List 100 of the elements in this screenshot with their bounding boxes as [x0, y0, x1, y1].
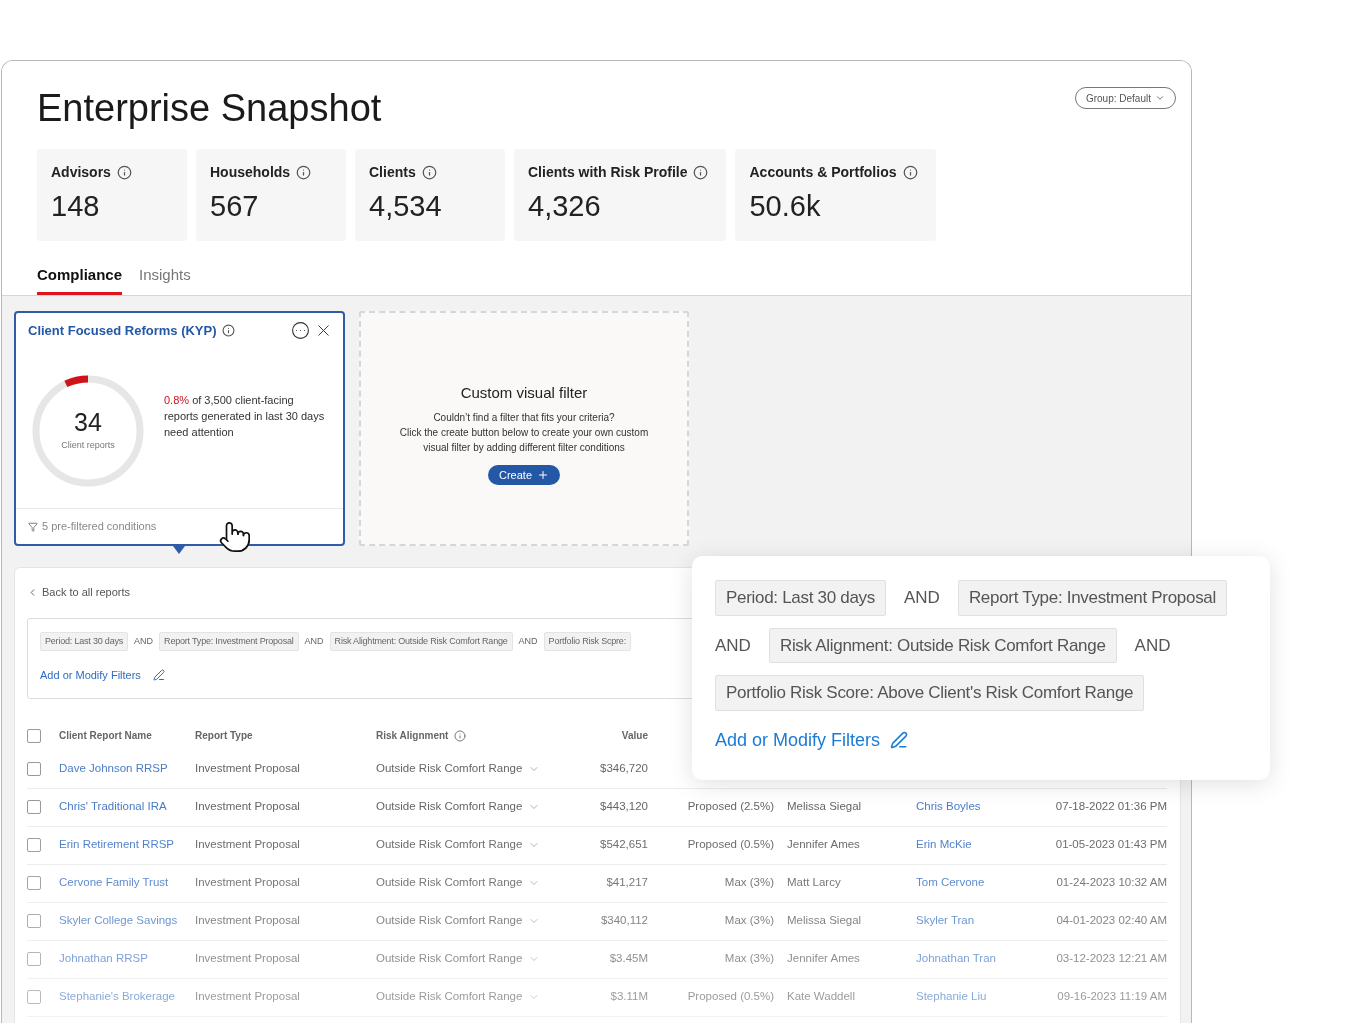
report-name-link[interactable]: Cervone Family Trust [59, 874, 195, 892]
back-link[interactable]: Back to all reports [27, 584, 131, 601]
report-name-link[interactable]: Dave Johnson RRSP [59, 760, 195, 778]
row-checkbox[interactable] [27, 762, 41, 776]
filter-chip: Report Type: Investment Proposal [159, 631, 299, 651]
report-name-link[interactable]: Erin Retirement RRSP [59, 836, 195, 854]
info-icon [221, 324, 235, 338]
filter-chip: Period: Last 30 days [40, 631, 129, 651]
table-cell-text: Outside Risk Comfort Range [376, 875, 523, 891]
select-all-checkbox[interactable] [27, 728, 41, 743]
report-name-link[interactable]: Chris' Traditional IRA [59, 798, 195, 816]
table-cell-text: 01-05-2023 01:43 PM [1054, 837, 1167, 853]
client-link[interactable]: Skyler Tran [916, 912, 1041, 930]
table-cell-text: Jennifer Ames [786, 837, 861, 853]
table-cell-text: 07-18-2022 01:36 PM [1054, 799, 1167, 815]
table-cell-text: Melissa Siegal [786, 799, 863, 815]
and-operator: AND [904, 587, 940, 609]
info-icon [116, 165, 132, 180]
row-checkbox[interactable] [27, 876, 41, 890]
table-cell-text: Outside Risk Comfort Range [376, 951, 523, 967]
client-link[interactable]: Chris Boyles [916, 798, 1041, 816]
table-cell-text: 04-01-2023 02:40 AM [1055, 913, 1167, 929]
table-cell-text: Investment Proposal [195, 875, 301, 891]
filter-chip: Portfolio Risk Scpre: [543, 631, 631, 651]
plus-icon [537, 469, 549, 482]
conditions-text: 5 pre-filtered conditions [42, 519, 157, 535]
table-cell-text: Proposed (0.5%) [686, 837, 774, 853]
row-checkbox[interactable] [27, 990, 41, 1004]
and-operator: AND [1134, 634, 1171, 657]
report-name-link[interactable]: Skyler College Savings [59, 912, 195, 930]
create-button[interactable]: Create [488, 465, 560, 486]
table-cell-text: $3.11M [609, 989, 648, 1005]
filter-icon [28, 521, 38, 532]
client-link[interactable]: Tom Cervone [916, 874, 1041, 892]
table-cell-text: $340,112 [599, 913, 648, 929]
stat-value: 50.6k [749, 189, 822, 224]
filter-chip: Portfolio Risk Score: Above Client's Risk Comfort Range [715, 675, 1145, 711]
row-checkbox[interactable] [27, 800, 41, 814]
report-name-link[interactable]: Johnathan RRSP [59, 950, 195, 968]
table-cell-text: $3.45M [608, 951, 648, 967]
table-cell-text: Max (3%) [723, 913, 774, 929]
table-cell-text: 01-24-2023 10:32 AM [1055, 875, 1167, 891]
table-cell-text: 03-12-2023 12:21 AM [1055, 951, 1167, 967]
table-cell-text: Investment Proposal [195, 989, 301, 1005]
table-cell-text: $542,651 [599, 837, 648, 853]
table-cell-text: $443,120 [599, 799, 648, 815]
info-icon [296, 165, 312, 180]
donut-count: 34 [74, 410, 102, 435]
table-cell-text: Outside Risk Comfort Range [376, 837, 523, 853]
table-cell-text: $41,217 [605, 875, 648, 891]
and-operator: AND [518, 634, 538, 648]
custom-filter-title: Custom visual filter [460, 382, 588, 403]
filter-chip: Report Type: Investment Proposal [957, 580, 1227, 616]
table-cell-text: Investment Proposal [195, 799, 301, 815]
table-cell-text: Investment Proposal [195, 951, 301, 967]
report-name-link[interactable]: Stephanie's Brokerage [59, 988, 195, 1006]
stat-value: 4,326 [528, 189, 602, 224]
more-icon[interactable] [291, 321, 310, 341]
column-header: Report Type [195, 729, 253, 743]
chevron-down-icon [1155, 93, 1165, 103]
table-cell-text: Outside Risk Comfort Range [376, 989, 523, 1005]
stat-value: 4,534 [369, 189, 443, 224]
filter-chip: Risk Alightment: Outside Risk Comfort Range [329, 631, 513, 651]
summary-text: 0.8% of 3,500 client-facing reports generated in last 30 days need attention [164, 393, 326, 441]
stat-label: Accounts & Portfolios [749, 163, 897, 182]
client-link[interactable]: Johnathan Tran [916, 950, 1041, 968]
row-checkbox[interactable] [27, 952, 41, 966]
info-icon [902, 165, 918, 180]
page-title: Enterprise Snapshot [37, 86, 382, 131]
stat-value: 148 [51, 189, 101, 224]
table-cell-text: $346,720 [599, 761, 648, 777]
add-filters-link[interactable]: Add or Modify Filters [40, 667, 141, 684]
column-header: Client Report Name [59, 729, 152, 743]
add-filters-link[interactable]: Add or Modify Filters [715, 726, 881, 754]
column-header: Risk Alignment [376, 729, 449, 743]
pencil-icon [152, 669, 165, 682]
tab[interactable]: Insights [139, 263, 191, 295]
stat-label: Clients with Risk Profile [528, 163, 688, 182]
and-operator: AND [715, 634, 751, 657]
info-icon [693, 165, 709, 180]
table-cell-text: Investment Proposal [195, 761, 301, 777]
client-link[interactable]: Erin McKie [916, 836, 1041, 854]
row-checkbox[interactable] [27, 914, 41, 928]
table-cell-text: Jennifer Ames [786, 951, 861, 967]
row-checkbox[interactable] [27, 838, 41, 852]
table-cell-text: Matt Larcy [786, 875, 842, 891]
info-icon [454, 729, 467, 742]
table-cell-text: Proposed (2.5%) [686, 799, 774, 815]
table-cell-text: Proposed (0.5%) [686, 989, 774, 1005]
table-cell-text: Outside Risk Comfort Range [376, 913, 523, 929]
info-icon [421, 165, 437, 180]
table-cell-text: Investment Proposal [195, 837, 301, 853]
client-link[interactable]: Stephanie Liu [916, 988, 1041, 1006]
column-header: Value [621, 729, 648, 743]
filter-chip: Period: Last 30 days [715, 580, 886, 616]
and-operator: AND [304, 634, 324, 648]
card-title: Client Focused Reforms (KYP) [28, 322, 217, 340]
table-cell-text: Melissa Siegal [786, 913, 863, 929]
table-cell-text: Max (3%) [723, 951, 774, 967]
stat-label: Households [210, 163, 291, 182]
